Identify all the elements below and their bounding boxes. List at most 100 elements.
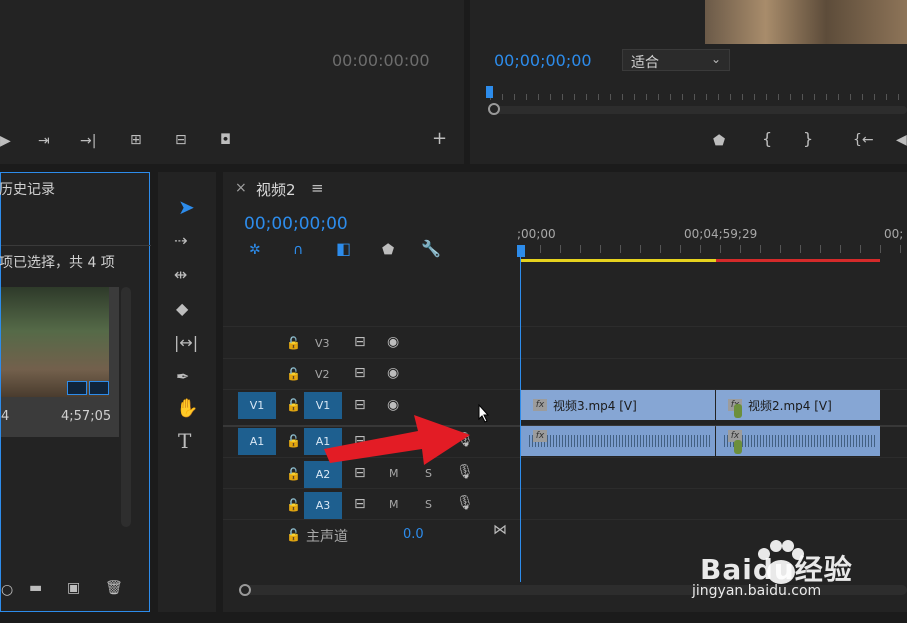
timeline-playhead-line[interactable] (520, 245, 521, 582)
timeline-timecode[interactable]: 00;00;00;00 (244, 214, 348, 234)
play-icon[interactable]: ▶ (0, 134, 11, 148)
clip-name: 视频3.mp4 [V] (553, 398, 637, 413)
video-badge-icon (67, 381, 87, 395)
panel-menu-icon[interactable]: ≡ (311, 179, 324, 197)
zoom-slider-icon[interactable]: ○ (1, 583, 13, 597)
lock-icon[interactable]: 🔓 (286, 467, 301, 481)
nest-icon[interactable]: ✲ (249, 243, 261, 257)
source-patch-a1[interactable]: A1 (238, 428, 276, 455)
insert-icon[interactable]: ⊞ (130, 133, 142, 147)
lock-icon[interactable]: 🔓 (286, 367, 301, 381)
track-label-v2[interactable]: V2 (315, 368, 330, 381)
ruler-label-mid: 00;04;59;29 (684, 227, 758, 241)
program-monitor: 00;00;00;00 适合 ⌄ ⬟ { } {← ◀ (470, 0, 907, 164)
track-label-v3[interactable]: V3 (315, 337, 330, 350)
clip-thumbnail-card[interactable]: 4 4;57;05 (1, 287, 119, 437)
fit-label: 适合 (631, 55, 659, 71)
close-sequence-icon[interactable]: × (235, 180, 247, 196)
camera-icon[interactable]: ◘ (220, 133, 231, 147)
add-button-icon[interactable]: + (432, 130, 447, 148)
step-forward-icon[interactable]: ⇥ (38, 134, 50, 148)
bottom-edge (0, 614, 907, 623)
lock-icon[interactable]: 🔓 (286, 398, 301, 412)
selection-tool-icon[interactable]: ➤ (178, 197, 195, 217)
program-timecode[interactable]: 00;00;00;00 (494, 51, 592, 70)
program-scrollbar[interactable] (490, 106, 907, 114)
track-target-a3[interactable]: A3 (304, 492, 342, 519)
fx-badge-icon: fx (533, 430, 547, 442)
program-ruler[interactable] (490, 94, 907, 100)
selection-info: 项已选择，共 4 项 (0, 255, 115, 271)
razor-tool-icon[interactable]: ◆ (176, 301, 188, 317)
lock-icon[interactable]: 🔓 (286, 336, 301, 350)
linked-selection-icon[interactable]: ◧ (336, 241, 351, 257)
chevron-down-icon: ⌄ (710, 52, 721, 66)
ruler-label-end: 00; (884, 227, 904, 241)
sequence-tab[interactable]: 视频2 (256, 179, 296, 200)
wrench-icon[interactable]: 🔧 (421, 241, 441, 257)
ruler-ticks[interactable] (520, 245, 907, 253)
track-select-tool-icon[interactable]: ⇢ (174, 233, 187, 249)
solo-button[interactable]: S (425, 498, 432, 511)
type-tool-icon[interactable]: T (178, 431, 191, 451)
eye-icon[interactable]: ◉ (387, 335, 399, 349)
source-monitor: 00:00:00:00 ▶ ⇥ →| ⊞ ⊟ ◘ + (0, 0, 464, 164)
program-playhead[interactable] (486, 86, 493, 98)
marker-icon[interactable]: ⬟ (713, 134, 725, 148)
eye-icon[interactable]: ◉ (387, 366, 399, 380)
trash-icon[interactable]: 🗑 (105, 581, 123, 595)
divider (1, 245, 151, 246)
audio-badge-icon (89, 381, 109, 395)
snap-icon[interactable]: ∩ (293, 243, 303, 257)
mark-out-icon[interactable]: } (803, 131, 813, 147)
audio-waveform (724, 435, 876, 447)
lock-icon[interactable]: 🔓 (286, 528, 301, 542)
transition-marker-icon (734, 440, 742, 454)
overwrite-icon[interactable]: ⊟ (175, 133, 187, 147)
scroll-handle-icon[interactable] (239, 584, 251, 596)
history-tab[interactable]: 历史记录 (0, 179, 55, 199)
microphone-icon[interactable]: 🎙 (456, 496, 474, 510)
watermark-brand: Baidu经验 (700, 553, 853, 586)
mouse-cursor-icon (478, 404, 490, 423)
work-area-bar-yellow[interactable] (520, 259, 716, 262)
pen-tool-icon[interactable]: ✒ (176, 369, 189, 385)
project-panel: 历史记录 项已选择，共 4 项 4 4;57;05 ○ ▬ ▣ 🗑 (0, 172, 151, 612)
clip-duration: 4;57;05 (61, 409, 112, 424)
lock-icon[interactable]: 🔓 (286, 434, 301, 448)
folder-icon[interactable]: ▬ (29, 581, 42, 595)
ripple-edit-tool-icon[interactable]: ⇹ (174, 267, 187, 283)
clip-label: 4 (1, 409, 10, 424)
mark-in-icon[interactable]: { (762, 131, 772, 147)
hand-tool-icon[interactable]: ✋ (176, 400, 198, 418)
go-to-out-icon[interactable]: →| (80, 134, 96, 148)
annotation-arrow (324, 415, 470, 465)
expand-tracks-icon[interactable]: ⋈ (493, 523, 507, 537)
work-area-bar-red[interactable] (716, 259, 880, 262)
watermark-url: jingyan.baidu.com (692, 583, 822, 599)
timeline-playhead-handle[interactable] (517, 245, 525, 257)
master-volume-value[interactable]: 0.0 (403, 527, 424, 542)
tools-panel: ➤ ⇢ ⇹ ◆ |↔| ✒ ✋ T (158, 172, 216, 612)
ruler-label-start: ;00;00 (517, 227, 556, 241)
step-back-icon[interactable]: ◀ (896, 133, 907, 147)
sync-lock-icon[interactable]: ⊟ (354, 497, 366, 511)
project-scrollbar[interactable] (121, 287, 131, 527)
slip-tool-icon[interactable]: |↔| (174, 335, 198, 351)
lock-icon[interactable]: 🔓 (286, 498, 301, 512)
fit-dropdown[interactable]: 适合 ⌄ (622, 49, 730, 71)
video-clip-1[interactable]: fx 视频3.mp4 [V] (521, 390, 715, 420)
scroll-handle-icon[interactable] (488, 103, 500, 115)
sync-lock-icon[interactable]: ⊟ (354, 335, 366, 349)
master-track-label: 主声道 (306, 529, 348, 545)
source-timecode: 00:00:00:00 (332, 51, 430, 70)
new-item-icon[interactable]: ▣ (67, 581, 80, 595)
transition-marker-icon (734, 404, 742, 418)
go-to-in-icon[interactable]: {← (853, 133, 874, 147)
sync-lock-icon[interactable]: ⊟ (354, 366, 366, 380)
source-patch-v1[interactable]: V1 (238, 392, 276, 419)
add-marker-icon[interactable]: ⬟ (382, 243, 394, 257)
mute-button[interactable]: M (389, 498, 399, 511)
audio-waveform (529, 435, 711, 447)
audio-clip-1[interactable]: fx (521, 426, 715, 456)
